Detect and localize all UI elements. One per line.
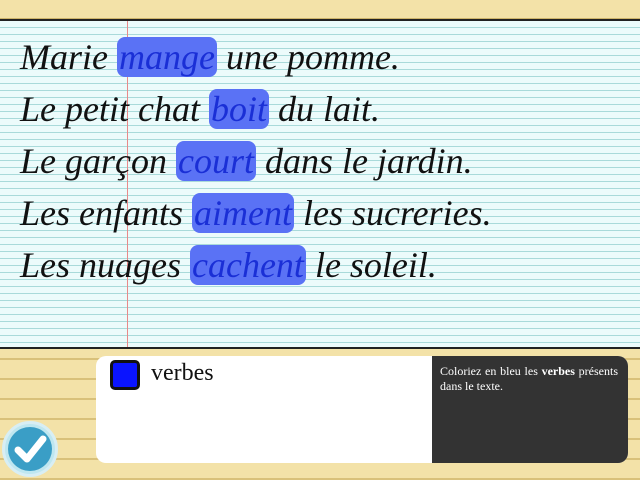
instructions-bold: verbes (541, 364, 575, 378)
sentence-text: dans le jardin. (256, 141, 473, 181)
sentence-2: Le petit chat boit du lait. (20, 89, 380, 129)
sentence-1: Marie mange une pomme. (20, 37, 400, 77)
validate-button-face (8, 427, 52, 471)
verb-word[interactable]: mange (116, 37, 217, 77)
verb-word[interactable]: aiment (192, 193, 294, 233)
sentence-text: du lait. (268, 89, 380, 129)
top-strip (0, 0, 640, 19)
sentence-text: une pomme. (216, 37, 400, 77)
instructions-text: Coloriez en bleu les (440, 364, 542, 378)
sentence-3: Le garçon court dans le jardin. (20, 141, 473, 181)
legend-label: verbes (151, 360, 214, 386)
validate-button[interactable] (2, 421, 58, 477)
verb-word[interactable]: cachent (190, 245, 306, 285)
sentence-text: Marie (20, 37, 117, 77)
sentence-4: Les enfants aiment les sucreries. (20, 193, 492, 233)
legend-panel: verbes Coloriez en bleu les verbes prése… (96, 356, 628, 463)
sentence-text: les sucreries. (294, 193, 492, 233)
notebook-paper: Marie mange une pomme. Le petit chat boi… (0, 19, 640, 349)
sentence-text: Le garçon (20, 141, 176, 181)
sentence-text: Le petit chat (20, 89, 209, 129)
color-swatch-verbes[interactable] (110, 360, 140, 390)
sentence-5: Les nuages cachent le soleil. (20, 245, 437, 285)
verb-word[interactable]: court (176, 141, 256, 181)
verb-word[interactable]: boit (208, 89, 269, 129)
sentence-text: Les nuages (20, 245, 190, 285)
instructions-box: Coloriez en bleu les verbes présents dan… (432, 356, 628, 463)
sentence-text: le soleil. (305, 245, 437, 285)
checkmark-icon (14, 435, 47, 463)
sentence-text: Les enfants (20, 193, 193, 233)
